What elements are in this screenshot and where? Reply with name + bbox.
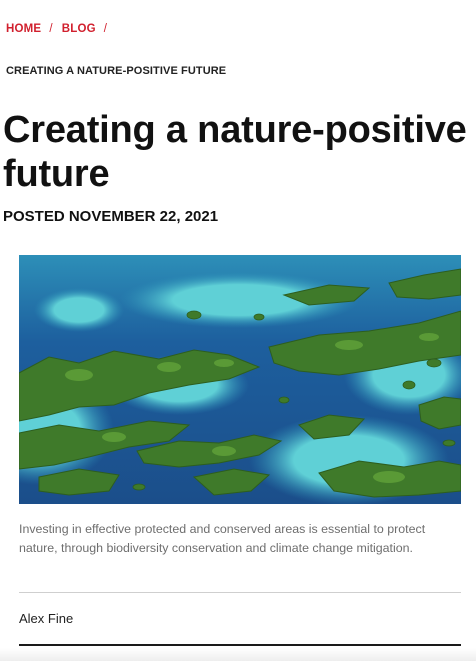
author-name[interactable]: Alex Fine [19,611,73,626]
page-title: Creating a nature-positive future [3,109,467,195]
breadcrumb: HOME / BLOG / [6,23,116,35]
image-caption: Investing in effective protected and con… [19,522,426,555]
breadcrumb-current-page: CREATING A NATURE-POSITIVE FUTURE [6,65,227,77]
hero-image [19,255,461,504]
breadcrumb-blog-link[interactable]: BLOG [62,23,96,35]
breadcrumb-separator: / [103,23,108,35]
breadcrumb-separator: / [49,23,53,35]
breadcrumb-home-link[interactable]: HOME [6,23,41,35]
divider-bold [19,644,461,646]
bottom-fade [0,648,476,661]
aerial-islands-photo [19,255,461,504]
divider [19,592,461,593]
posted-date: POSTED NOVEMBER 22, 2021 [3,208,219,225]
